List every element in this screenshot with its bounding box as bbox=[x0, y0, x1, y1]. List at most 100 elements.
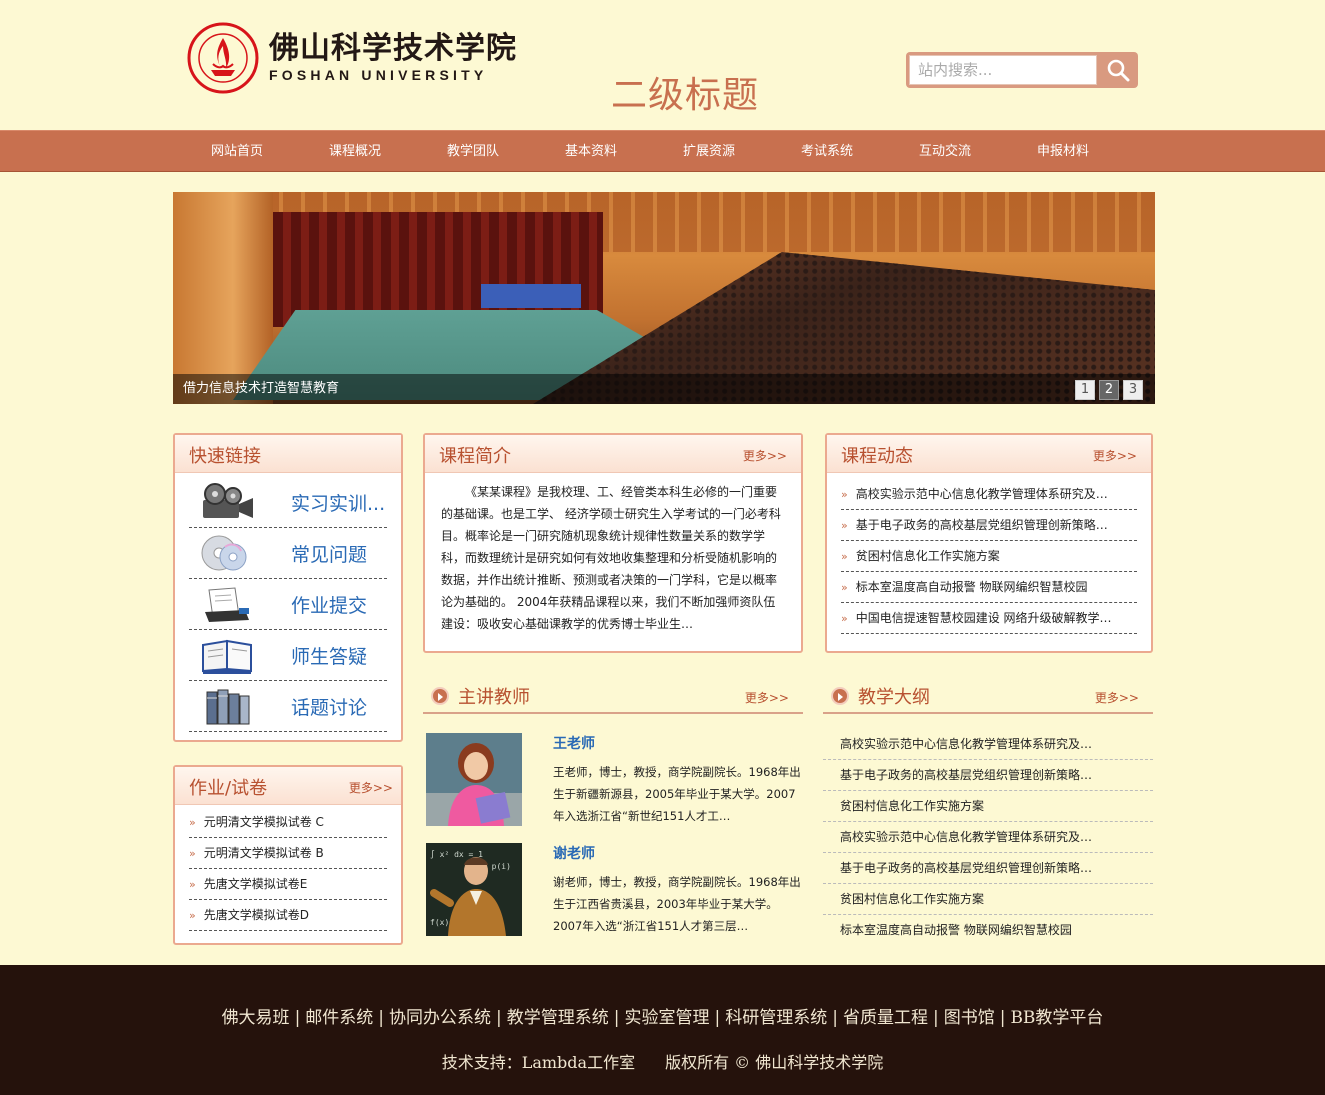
banner-caption: 借力信息技术打造智慧教育 bbox=[173, 374, 1155, 404]
footer-link-quality[interactable]: 省质量工程 bbox=[843, 1008, 928, 1028]
course-intro-more-link[interactable]: 更多>> bbox=[743, 447, 787, 464]
quick-links-title: 快速链接 bbox=[189, 446, 261, 467]
page-title: 二级标题 bbox=[611, 75, 760, 116]
banner-page-2[interactable]: 2 bbox=[1099, 380, 1119, 400]
double-chevron-icon: » bbox=[841, 550, 848, 563]
quick-link-internship[interactable]: 实习实训... bbox=[189, 477, 387, 528]
quick-link-discussion[interactable]: 话题讨论 bbox=[189, 681, 387, 732]
quick-link-label: 师生答疑 bbox=[291, 645, 368, 668]
search-input[interactable] bbox=[909, 55, 1097, 85]
quick-links-panel: 快速链接 实习实训... 常见问题 作业提交 师生答疑 话题讨论 bbox=[173, 433, 403, 742]
teacher-card: ∫ x² dx = 1 Σ p(i) f(x)=e⁻ˣ 谢老师 谢老师，博士，教… bbox=[426, 843, 806, 939]
teacher-name[interactable]: 谢老师 bbox=[553, 843, 595, 863]
open-book-icon bbox=[199, 635, 257, 675]
exam-item[interactable]: » 元明清文学模拟试卷 B bbox=[189, 838, 387, 869]
double-chevron-icon: » bbox=[189, 847, 196, 860]
teachers-title: 主讲教师 bbox=[458, 687, 530, 708]
search-button[interactable] bbox=[1100, 55, 1136, 85]
nav-item-course-overview[interactable]: 课程概况 bbox=[296, 131, 414, 173]
nav-item-exam-system[interactable]: 考试系统 bbox=[768, 131, 886, 173]
teachers-section-header: 主讲教师 更多>> bbox=[423, 680, 803, 714]
syllabus-item[interactable]: 基于电子政务的高校基层党组织管理创新策略… bbox=[823, 853, 1153, 884]
exam-item[interactable]: » 先唐文学模拟试卷D bbox=[189, 900, 387, 931]
double-chevron-icon: » bbox=[841, 612, 848, 625]
syllabus-more-link[interactable]: 更多>> bbox=[1095, 689, 1139, 706]
footer-link-research-mgmt[interactable]: 科研管理系统 bbox=[725, 1008, 827, 1028]
course-intro-text: 《某某课程》是我校理、工、经管类本科生必修的一门重要的基础课。也是工学、 经济学… bbox=[441, 485, 781, 631]
university-seal-icon bbox=[187, 22, 259, 94]
quick-link-homework-submit[interactable]: 作业提交 bbox=[189, 579, 387, 630]
main-nav: 网站首页 课程概况 教学团队 基本资料 扩展资源 考试系统 互动交流 申报材料 bbox=[0, 130, 1325, 172]
course-news-title: 课程动态 bbox=[841, 446, 913, 467]
course-news-more-link[interactable]: 更多>> bbox=[1093, 447, 1137, 464]
syllabus-item[interactable]: 基于电子政务的高校基层党组织管理创新策略… bbox=[823, 760, 1153, 791]
footer-links: 佛大易班 | 邮件系统 | 协同办公系统 | 教学管理系统 | 实验室管理 | 科研管理系统 | 省质量… bbox=[221, 1008, 1104, 1028]
double-chevron-icon: » bbox=[841, 519, 848, 532]
tech-support-text: 技术支持：Lambda工作室 bbox=[441, 1053, 636, 1072]
teacher-description: 谢老师，博士，教授，商学院副院长。1968年出生于江西省贵溪县，2003年毕业于… bbox=[553, 875, 801, 933]
nav-item-extended-resources[interactable]: 扩展资源 bbox=[650, 131, 768, 173]
footer-link-bb[interactable]: BB教学平台 bbox=[1010, 1008, 1103, 1028]
course-intro-panel: 课程简介 更多>> 《某某课程》是我校理、工、经管类本科生必修的一门重要的基础课… bbox=[423, 433, 803, 653]
news-item[interactable]: » 高校实验示范中心信息化教学管理体系研究及… bbox=[841, 479, 1137, 510]
logo-english-name: FOSHAN UNIVERSITY bbox=[269, 67, 488, 83]
film-reel-icon bbox=[199, 482, 257, 522]
teacher-name[interactable]: 王老师 bbox=[553, 733, 595, 753]
syllabus-title: 教学大纲 bbox=[858, 687, 930, 708]
teacher-photo[interactable]: ∫ x² dx = 1 Σ p(i) f(x)=e⁻ˣ bbox=[426, 843, 522, 936]
footer-link-teaching-mgmt[interactable]: 教学管理系统 bbox=[507, 1008, 609, 1028]
exams-panel: 作业/试卷 更多>> » 元明清文学模拟试卷 C » 元明清文学模拟试卷 B » 先唐… bbox=[173, 765, 403, 945]
logo-chinese-name: 佛山科学技术学院 bbox=[269, 31, 517, 66]
double-chevron-icon: » bbox=[189, 909, 196, 922]
syllabus-item[interactable]: 贫困村信息化工作实施方案 bbox=[823, 791, 1153, 822]
double-chevron-icon: » bbox=[841, 581, 848, 594]
course-news-panel: 课程动态 更多>> » 高校实验示范中心信息化教学管理体系研究及… » 基于电子政务… bbox=[825, 433, 1153, 653]
news-item[interactable]: » 基于电子政务的高校基层党组织管理创新策略… bbox=[841, 510, 1137, 541]
quick-link-faq[interactable]: 常见问题 bbox=[189, 528, 387, 579]
banner-pager: 1 2 3 bbox=[1075, 380, 1143, 400]
news-item[interactable]: » 贫困村信息化工作实施方案 bbox=[841, 541, 1137, 572]
exams-more-link[interactable]: 更多>> bbox=[349, 779, 393, 796]
footer-link-library[interactable]: 图书馆 bbox=[944, 1008, 995, 1028]
teacher-photo[interactable] bbox=[426, 733, 522, 826]
banner-page-1[interactable]: 1 bbox=[1075, 380, 1095, 400]
search-icon bbox=[1107, 59, 1130, 82]
exam-item[interactable]: » 元明清文学模拟试卷 C bbox=[189, 807, 387, 838]
exam-item[interactable]: » 先唐文学模拟试卷E bbox=[189, 869, 387, 900]
teacher-card: 王老师 王老师，博士，教授，商学院副院长。1968年出生于新疆新源县，2005年… bbox=[426, 733, 806, 829]
footer-link-office[interactable]: 协同办公系统 bbox=[389, 1008, 491, 1028]
nav-item-basic-materials[interactable]: 基本资料 bbox=[532, 131, 650, 173]
banner-page-3[interactable]: 3 bbox=[1123, 380, 1143, 400]
teachers-more-link[interactable]: 更多>> bbox=[745, 689, 789, 706]
document-tray-icon bbox=[199, 584, 257, 624]
site-search bbox=[906, 52, 1138, 88]
syllabus-item[interactable]: 贫困村信息化工作实施方案 bbox=[823, 884, 1153, 915]
syllabus-item[interactable]: 标本室温度高自动报警 物联网编织智慧校园 bbox=[823, 915, 1153, 946]
quick-link-label: 常见问题 bbox=[291, 543, 368, 566]
cd-disc-icon bbox=[199, 533, 257, 573]
banner-slideshow[interactable]: 借力信息技术打造智慧教育 1 2 3 bbox=[173, 192, 1155, 404]
nav-item-interaction[interactable]: 互动交流 bbox=[886, 131, 1004, 173]
double-chevron-icon: » bbox=[189, 878, 196, 891]
quick-link-label: 作业提交 bbox=[291, 594, 368, 617]
double-chevron-icon: » bbox=[841, 488, 848, 501]
footer-link-lab-mgmt[interactable]: 实验室管理 bbox=[625, 1008, 710, 1028]
books-icon bbox=[199, 686, 257, 726]
arrow-circle-icon bbox=[431, 687, 449, 705]
news-item[interactable]: » 标本室温度高自动报警 物联网编织智慧校园 bbox=[841, 572, 1137, 603]
footer-link-yiban[interactable]: 佛大易班 bbox=[222, 1008, 290, 1028]
footer-link-mail[interactable]: 邮件系统 bbox=[305, 1008, 373, 1028]
university-logo[interactable]: 佛山科学技术学院 FOSHAN UNIVERSITY bbox=[187, 22, 517, 94]
site-footer: 佛大易班 | 邮件系统 | 协同办公系统 | 教学管理系统 | 实验室管理 | 科研管理系统 | 省质量… bbox=[0, 965, 1325, 1095]
syllabus-item[interactable]: 高校实验示范中心信息化教学管理体系研究及… bbox=[823, 729, 1153, 760]
syllabus-item[interactable]: 高校实验示范中心信息化教学管理体系研究及… bbox=[823, 822, 1153, 853]
nav-item-application-materials[interactable]: 申报材料 bbox=[1004, 131, 1122, 173]
nav-item-teaching-team[interactable]: 教学团队 bbox=[414, 131, 532, 173]
news-item[interactable]: » 中国电信提速智慧校园建设 网络升级破解教学… bbox=[841, 603, 1137, 634]
double-chevron-icon: » bbox=[189, 816, 196, 829]
syllabus-section-header: 教学大纲 更多>> bbox=[823, 680, 1153, 714]
syllabus-list: 高校实验示范中心信息化教学管理体系研究及… 基于电子政务的高校基层党组织管理创新… bbox=[823, 729, 1153, 946]
nav-item-home[interactable]: 网站首页 bbox=[178, 131, 296, 173]
quick-link-label: 实习实训... bbox=[291, 492, 386, 515]
quick-link-qa[interactable]: 师生答疑 bbox=[189, 630, 387, 681]
